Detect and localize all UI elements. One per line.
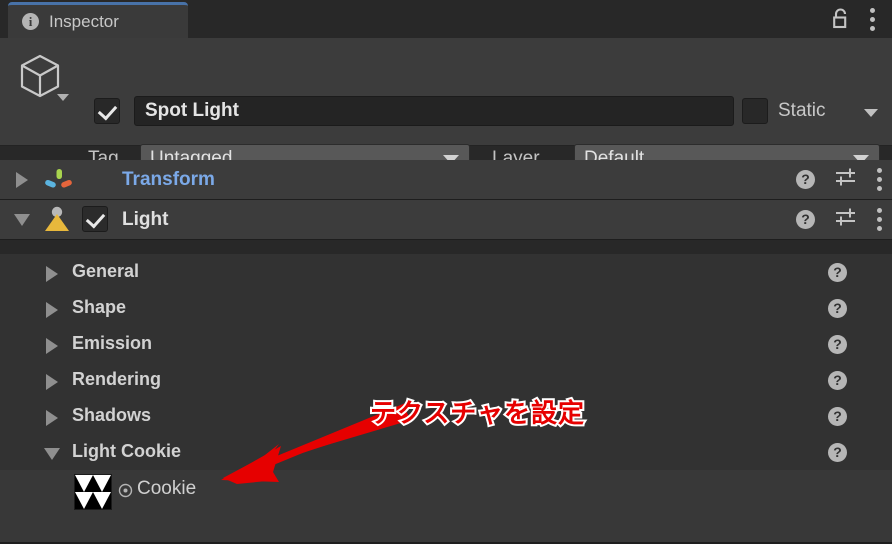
general-foldout-arrow[interactable] bbox=[46, 266, 58, 282]
help-icon[interactable]: ? bbox=[796, 170, 815, 189]
light-enabled-checkbox[interactable] bbox=[82, 206, 108, 232]
transform-row-actions: ? bbox=[796, 160, 882, 199]
cube-icon-dropdown-arrow[interactable] bbox=[57, 94, 69, 101]
transform-axis-icon bbox=[44, 168, 74, 192]
static-dropdown-arrow[interactable] bbox=[864, 109, 878, 117]
component-transform[interactable]: Transform ? bbox=[0, 160, 892, 200]
help-icon[interactable]: ? bbox=[828, 443, 847, 462]
component-light[interactable]: Light ? bbox=[0, 200, 892, 240]
rendering-foldout-arrow[interactable] bbox=[46, 374, 58, 390]
section-emission[interactable]: Emission ? bbox=[0, 326, 892, 363]
light-cookie-foldout-arrow[interactable] bbox=[44, 448, 60, 460]
emission-foldout-arrow[interactable] bbox=[46, 338, 58, 354]
static-label: Static bbox=[778, 100, 826, 121]
shape-foldout-arrow[interactable] bbox=[46, 302, 58, 318]
kebab-menu-icon[interactable] bbox=[877, 208, 882, 231]
help-icon[interactable]: ? bbox=[828, 299, 847, 318]
annotation-text: テクスチャを設定 bbox=[368, 397, 586, 431]
section-general-label: General bbox=[72, 261, 140, 281]
help-icon[interactable]: ? bbox=[828, 335, 847, 354]
section-shadows-label: Shadows bbox=[72, 405, 152, 425]
inspector-empty-area bbox=[0, 512, 892, 544]
cube-icon[interactable] bbox=[16, 52, 64, 100]
help-icon[interactable]: ? bbox=[828, 407, 847, 426]
object-picker-target-icon[interactable] bbox=[118, 483, 133, 498]
padlock-open-icon[interactable] bbox=[826, 5, 854, 33]
transform-component-label: Transform bbox=[122, 169, 215, 190]
gameobject-name-input[interactable]: Spot Light bbox=[134, 96, 734, 126]
tab-inspector-label: Inspector bbox=[49, 11, 119, 31]
section-general[interactable]: General ? bbox=[0, 254, 892, 291]
shadows-foldout-arrow[interactable] bbox=[46, 410, 58, 426]
info-icon: i bbox=[22, 13, 39, 30]
light-row-actions: ? bbox=[796, 200, 882, 239]
preset-sliders-icon[interactable] bbox=[835, 207, 857, 232]
section-light-cookie-label: Light Cookie bbox=[72, 441, 181, 461]
gameobject-name-value: Spot Light bbox=[145, 100, 239, 121]
section-shape-label: Shape bbox=[72, 297, 127, 317]
help-icon[interactable]: ? bbox=[796, 210, 815, 229]
cookie-property-row[interactable]: Cookie bbox=[0, 470, 892, 512]
static-checkbox[interactable] bbox=[742, 98, 768, 124]
kebab-menu-icon[interactable] bbox=[877, 168, 882, 191]
light-bulb-icon bbox=[42, 206, 72, 234]
transform-foldout-arrow[interactable] bbox=[16, 172, 28, 188]
tab-inspector[interactable]: i Inspector bbox=[8, 2, 188, 38]
light-foldout-arrow[interactable] bbox=[14, 214, 30, 226]
section-light-cookie[interactable]: Light Cookie ? bbox=[0, 434, 892, 471]
section-rendering-label: Rendering bbox=[72, 369, 162, 389]
cookie-property-label: Cookie bbox=[137, 478, 197, 499]
tab-bar-actions bbox=[826, 4, 886, 34]
tab-bar: i Inspector bbox=[0, 0, 892, 39]
kebab-menu-icon[interactable] bbox=[858, 5, 886, 33]
help-icon[interactable]: ? bbox=[828, 263, 847, 282]
gameobject-header: Spot Light Static Tag Untagged Layer Def… bbox=[0, 38, 892, 174]
help-icon[interactable]: ? bbox=[828, 371, 847, 390]
gameobject-enabled-checkbox[interactable] bbox=[94, 98, 120, 124]
section-emission-label: Emission bbox=[72, 333, 153, 353]
light-component-label: Light bbox=[122, 209, 169, 230]
cookie-texture-thumbnail[interactable] bbox=[74, 474, 112, 510]
section-shape[interactable]: Shape ? bbox=[0, 290, 892, 327]
inspector-window: i Inspector Spot Light Static Tag Untagg… bbox=[0, 0, 892, 544]
preset-sliders-icon[interactable] bbox=[835, 167, 857, 192]
